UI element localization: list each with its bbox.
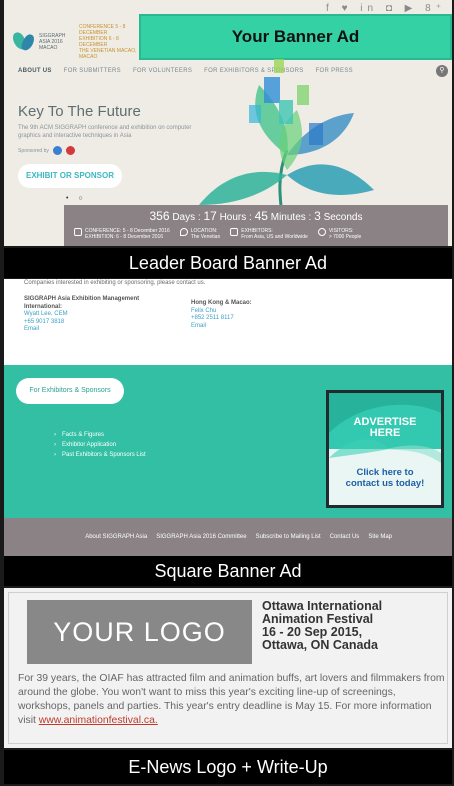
enews-label: E-News Logo + Write-Up	[4, 750, 452, 784]
enews-section: YOUR LOGO Ottawa International Animation…	[4, 588, 452, 748]
search-icon[interactable]: ⚲	[436, 65, 448, 77]
contact-email-link[interactable]: Email	[191, 323, 311, 331]
footer-link-subscribe[interactable]: Subscribe to Mailing List	[256, 534, 321, 540]
exhibitors-icon	[230, 228, 239, 236]
contact-intro: Companies interested in exhibiting or sp…	[24, 280, 206, 286]
footer-link-about[interactable]: About SIGGRAPH Asia	[85, 534, 147, 540]
sponsor-logo-icon	[65, 146, 75, 155]
enews-writeup: For 39 years, the OIAF has attracted fil…	[18, 673, 445, 726]
festival-link[interactable]: www.animationfestival.ca.	[39, 715, 158, 726]
contact-us-text: Click here to contact us today!	[345, 467, 425, 489]
event-dates: CONFERENCE: 5 - 8 December 2016 EXHIBITI…	[74, 228, 170, 240]
footer-link-committee[interactable]: SIGGRAPH Asia 2016 Committee	[156, 534, 246, 540]
location-pin-icon	[179, 228, 188, 236]
event-exhibitors: EXHIBITORS: From Asia, US and Worldwide	[230, 228, 308, 240]
logo-placeholder: YOUR LOGO	[27, 600, 252, 664]
banner-ad[interactable]: Your Banner Ad	[139, 14, 452, 60]
contact-phone-link[interactable]: +852 2511 8117	[191, 315, 311, 323]
sponsor-logo-icon	[52, 146, 62, 155]
event-location: LOCATION: The Venetian	[179, 228, 220, 240]
contact-name-link[interactable]: Felix Chu	[191, 308, 311, 316]
for-exhibitors-button[interactable]: For Exhibitors & Sponsors	[16, 378, 124, 404]
countdown-bar: 356 Days : 17 Hours : 45 Minutes : 3 Sec…	[64, 205, 448, 246]
logo-mark-icon	[12, 30, 36, 54]
website-header-mock: f ♥ in ◘ ▶ 8⁺ SIGGRAPH ASIA 2016 MACAO C…	[4, 0, 452, 246]
contact-section: Companies interested in exhibiting or sp…	[4, 279, 452, 365]
slider-dots[interactable]: • ○	[66, 195, 87, 202]
siggraph-logo[interactable]: SIGGRAPH ASIA 2016 MACAO CONFERENCE 5 - …	[12, 24, 139, 60]
exhibitors-section: For Exhibitors & Sponsors Facts & Figure…	[4, 365, 452, 518]
list-item[interactable]: Past Exhibitors & Sponsors List	[54, 450, 146, 460]
hero-title: Key To The Future	[18, 103, 141, 120]
nav-for-submitters[interactable]: FOR SUBMITTERS	[64, 68, 121, 74]
contact-international: SIGGRAPH Asia Exhibition Management Inte…	[24, 296, 154, 334]
exhibitor-links: Facts & Figures Exhibitor Application Pa…	[54, 430, 146, 460]
contact-name-link[interactable]: Wyatt Lee, CEM	[24, 311, 154, 319]
list-item[interactable]: Facts & Figures	[54, 430, 146, 440]
calendar-icon	[74, 228, 82, 236]
social-icons[interactable]: f ♥ in ◘ ▶ 8⁺	[326, 3, 446, 14]
leaderboard-label: Leader Board Banner Ad	[4, 248, 452, 278]
nav-about-us[interactable]: ABOUT US	[18, 68, 52, 74]
event-visitors: VISITORS: > 7000 People	[317, 228, 361, 240]
list-item[interactable]: Exhibitor Application	[54, 440, 146, 450]
contact-email-link[interactable]: Email	[24, 326, 154, 334]
visitors-icon	[317, 228, 326, 236]
square-label: Square Banner Ad	[4, 556, 452, 586]
contact-phone-link[interactable]: +65 9017 3818	[24, 319, 154, 327]
hero-subtitle: The 9th ACM SIGGRAPH conference and exhi…	[18, 125, 192, 139]
exhibit-or-sponsor-button[interactable]: EXHIBIT OR SPONSOR	[18, 164, 122, 188]
festival-heading: Ottawa International Animation Festival …	[262, 599, 383, 652]
footer-link-sitemap[interactable]: Site Map	[368, 534, 392, 540]
square-banner-ad[interactable]: ADVERTISE HERE Click here to contact us …	[326, 390, 444, 508]
contact-hongkong: Hong Kong & Macao: Felix Chu +852 2511 8…	[191, 300, 311, 330]
footer-link-contact[interactable]: Contact Us	[330, 534, 360, 540]
sponsored-by: Sponsored by	[18, 146, 75, 155]
countdown-timer: 356 Days : 17 Hours : 45 Minutes : 3 Sec…	[149, 209, 363, 223]
footer-nav: About SIGGRAPH Asia SIGGRAPH Asia 2016 C…	[4, 518, 452, 556]
advertise-here-text: ADVERTISE HERE	[353, 416, 417, 439]
